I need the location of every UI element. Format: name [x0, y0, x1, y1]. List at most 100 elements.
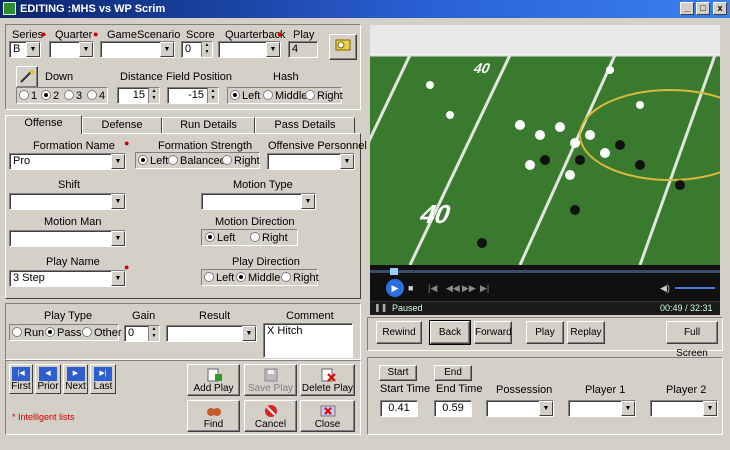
add-document-icon — [207, 368, 222, 382]
quarterback-select[interactable]: ▼ — [218, 41, 281, 58]
comment-textarea[interactable]: X Hitch — [263, 323, 353, 358]
strength-radio-left[interactable]: Left — [138, 155, 168, 167]
key-icon — [335, 39, 351, 51]
next-record-button[interactable]: ▶ Next — [63, 364, 88, 394]
find-button[interactable]: Find — [187, 400, 240, 432]
seek-bar[interactable] — [370, 270, 720, 273]
required-marker: ● — [93, 29, 99, 39]
down-radio-4[interactable]: 4 — [87, 90, 105, 102]
hash-radio-left[interactable]: Left — [230, 90, 260, 102]
end-time-label: End Time — [436, 383, 483, 395]
play-type-radio-run[interactable]: Run — [12, 327, 44, 339]
play-name-select[interactable]: 3 Step ▼ — [9, 270, 126, 287]
forward-button[interactable]: Forward — [474, 321, 512, 344]
shift-label: Shift — [58, 179, 81, 191]
end-time-field[interactable]: 0.59 — [434, 400, 472, 417]
strength-radio-balanced[interactable]: Balanced — [168, 155, 226, 167]
quarter-select[interactable]: ▼ — [49, 41, 94, 58]
add-play-button[interactable]: Add Play — [187, 364, 240, 396]
motion-man-select[interactable]: ▼ — [9, 230, 126, 247]
title-bar[interactable]: EDITING :MHS vs WP Scrim _ □ x — [0, 0, 730, 18]
minimize-button[interactable]: _ — [680, 2, 694, 15]
play-button[interactable]: Play — [526, 321, 564, 344]
spin-arrows-icon[interactable]: ▲ ▼ — [148, 88, 159, 103]
spin-arrows-icon[interactable]: ▲ ▼ — [207, 88, 218, 103]
down-radio-2[interactable]: 2 — [41, 90, 59, 102]
play-icon[interactable]: ▶ — [386, 279, 404, 297]
volume-slider[interactable] — [675, 287, 715, 289]
save-play-button[interactable]: Save Play — [244, 364, 297, 396]
strength-radio-right[interactable]: Right — [222, 155, 260, 167]
rewind-icon[interactable]: ◀◀ — [446, 283, 460, 294]
lookup-button[interactable] — [329, 34, 357, 60]
motion-direction-radio-right[interactable]: Right — [250, 232, 288, 244]
formation-name-select[interactable]: Pro ▼ — [9, 153, 126, 170]
shift-select[interactable]: ▼ — [9, 193, 126, 210]
chevron-down-icon: ▼ — [111, 231, 125, 246]
score-spinner[interactable]: 0 ▲ ▼ — [181, 41, 213, 58]
player1-label: Player 1 — [585, 384, 626, 396]
replay-button[interactable]: Replay — [567, 321, 605, 344]
radio-icon — [250, 232, 260, 242]
down-radio-1[interactable]: 1 — [19, 90, 37, 102]
prior-record-button[interactable]: ◀ Prior — [35, 364, 61, 394]
delete-play-button[interactable]: Delete Play — [300, 364, 355, 396]
motion-type-select[interactable]: ▼ — [201, 193, 316, 210]
series-select[interactable]: B ▼ — [9, 41, 41, 58]
wand-button[interactable] — [16, 66, 38, 88]
last-record-button[interactable]: ▶| Last — [90, 364, 116, 394]
hash-radio-right[interactable]: Right — [305, 90, 343, 102]
cancel-button[interactable]: Cancel — [244, 400, 297, 432]
field-position-spinner[interactable]: -15 ▲ ▼ — [167, 87, 219, 104]
down-radio-3[interactable]: 3 — [64, 90, 82, 102]
player1-select[interactable]: ▼ — [568, 400, 636, 417]
close-button[interactable]: Close — [300, 400, 355, 432]
chevron-down-icon: ▼ — [79, 42, 93, 57]
first-record-button[interactable]: |◀ First — [9, 364, 33, 394]
play-type-radio-other[interactable]: Other — [82, 327, 122, 339]
spin-arrows-icon[interactable]: ▲ ▼ — [148, 326, 159, 341]
play-direction-radio-right[interactable]: Right — [281, 272, 319, 284]
required-marker: ● — [124, 138, 130, 148]
play-type-radio-pass[interactable]: Pass — [45, 327, 81, 339]
hash-radio-middle[interactable]: Middle — [263, 90, 307, 102]
game-scenario-select[interactable]: ▼ — [100, 41, 175, 58]
start-time-field[interactable]: 0.41 — [380, 400, 418, 417]
full-screen-button[interactable]: Full Screen — [666, 321, 718, 359]
player2-select[interactable]: ▼ — [650, 400, 718, 417]
tab-defense[interactable]: Defense — [82, 117, 162, 133]
gain-label: Gain — [132, 310, 156, 322]
volume-icon[interactable]: ◀) — [660, 283, 670, 294]
play-direction-radio-left[interactable]: Left — [204, 272, 234, 284]
chevron-down-icon: ▼ — [703, 401, 717, 416]
last-icon: ▶| — [94, 367, 112, 381]
stop-icon[interactable]: ■ — [408, 283, 413, 293]
rewind-button[interactable]: Rewind — [376, 321, 422, 344]
close-window-button[interactable]: x — [713, 2, 727, 15]
spin-arrows-icon[interactable]: ▲ ▼ — [201, 42, 212, 57]
tab-run-details[interactable]: Run Details — [162, 117, 255, 133]
player2-label: Player 2 — [666, 384, 707, 396]
video-frame[interactable]: 40 40 — [370, 25, 720, 265]
seek-thumb[interactable] — [390, 268, 398, 275]
radio-icon — [19, 90, 29, 100]
tab-offense[interactable]: Offense — [5, 115, 82, 134]
skip-back-icon[interactable]: |◀ — [428, 283, 437, 294]
play-direction-radio-middle[interactable]: Middle — [236, 272, 280, 284]
result-select[interactable]: ▼ — [166, 325, 257, 342]
offensive-personnel-select[interactable]: ▼ — [267, 153, 355, 170]
end-button[interactable]: End — [434, 365, 472, 381]
tab-pass-details[interactable]: Pass Details — [255, 117, 355, 133]
fast-forward-icon[interactable]: ▶▶ — [462, 283, 476, 294]
gain-spinner[interactable]: 0 ▲ ▼ — [124, 325, 160, 342]
maximize-button[interactable]: □ — [696, 2, 710, 15]
possession-select[interactable]: ▼ — [486, 400, 554, 417]
distance-spinner[interactable]: 15 ▲ ▼ — [117, 87, 160, 104]
series-label: Series — [12, 29, 44, 41]
pause-indicator-icon: ❚❚ — [374, 303, 388, 312]
motion-direction-radio-left[interactable]: Left — [205, 232, 235, 244]
start-button[interactable]: Start — [379, 365, 417, 381]
chevron-down-icon: ▼ — [539, 401, 553, 416]
skip-forward-icon[interactable]: ▶| — [480, 283, 489, 294]
back-button[interactable]: Back — [429, 320, 471, 345]
